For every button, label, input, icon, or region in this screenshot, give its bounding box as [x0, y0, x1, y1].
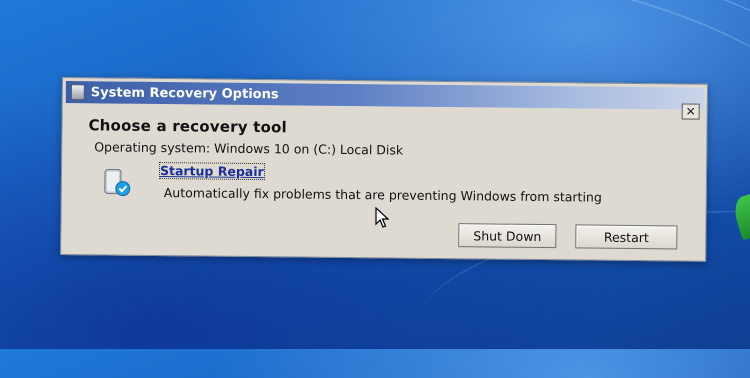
wallpaper-logo-fragment [730, 193, 750, 241]
system-recovery-dialog: System Recovery Options ✕ Choose a recov… [60, 77, 708, 262]
shut-down-button[interactable]: Shut Down [458, 223, 557, 249]
operating-system-label: Operating system: Windows 10 on (C:) Loc… [94, 139, 404, 158]
close-button[interactable]: ✕ [681, 103, 700, 120]
startup-repair-link[interactable]: Startup Repair [158, 161, 265, 181]
page-heading: Choose a recovery tool [88, 116, 287, 137]
mouse-pointer-icon [375, 207, 390, 228]
dialog-title: System Recovery Options [90, 84, 279, 102]
close-icon: ✕ [685, 104, 696, 119]
startup-repair-icon[interactable] [102, 167, 132, 197]
dialog-titlebar[interactable]: System Recovery Options [65, 81, 704, 110]
startup-repair-description: Automatically fix problems that are prev… [163, 185, 602, 205]
recovery-window-icon [70, 84, 85, 101]
restart-button[interactable]: Restart [575, 224, 678, 250]
